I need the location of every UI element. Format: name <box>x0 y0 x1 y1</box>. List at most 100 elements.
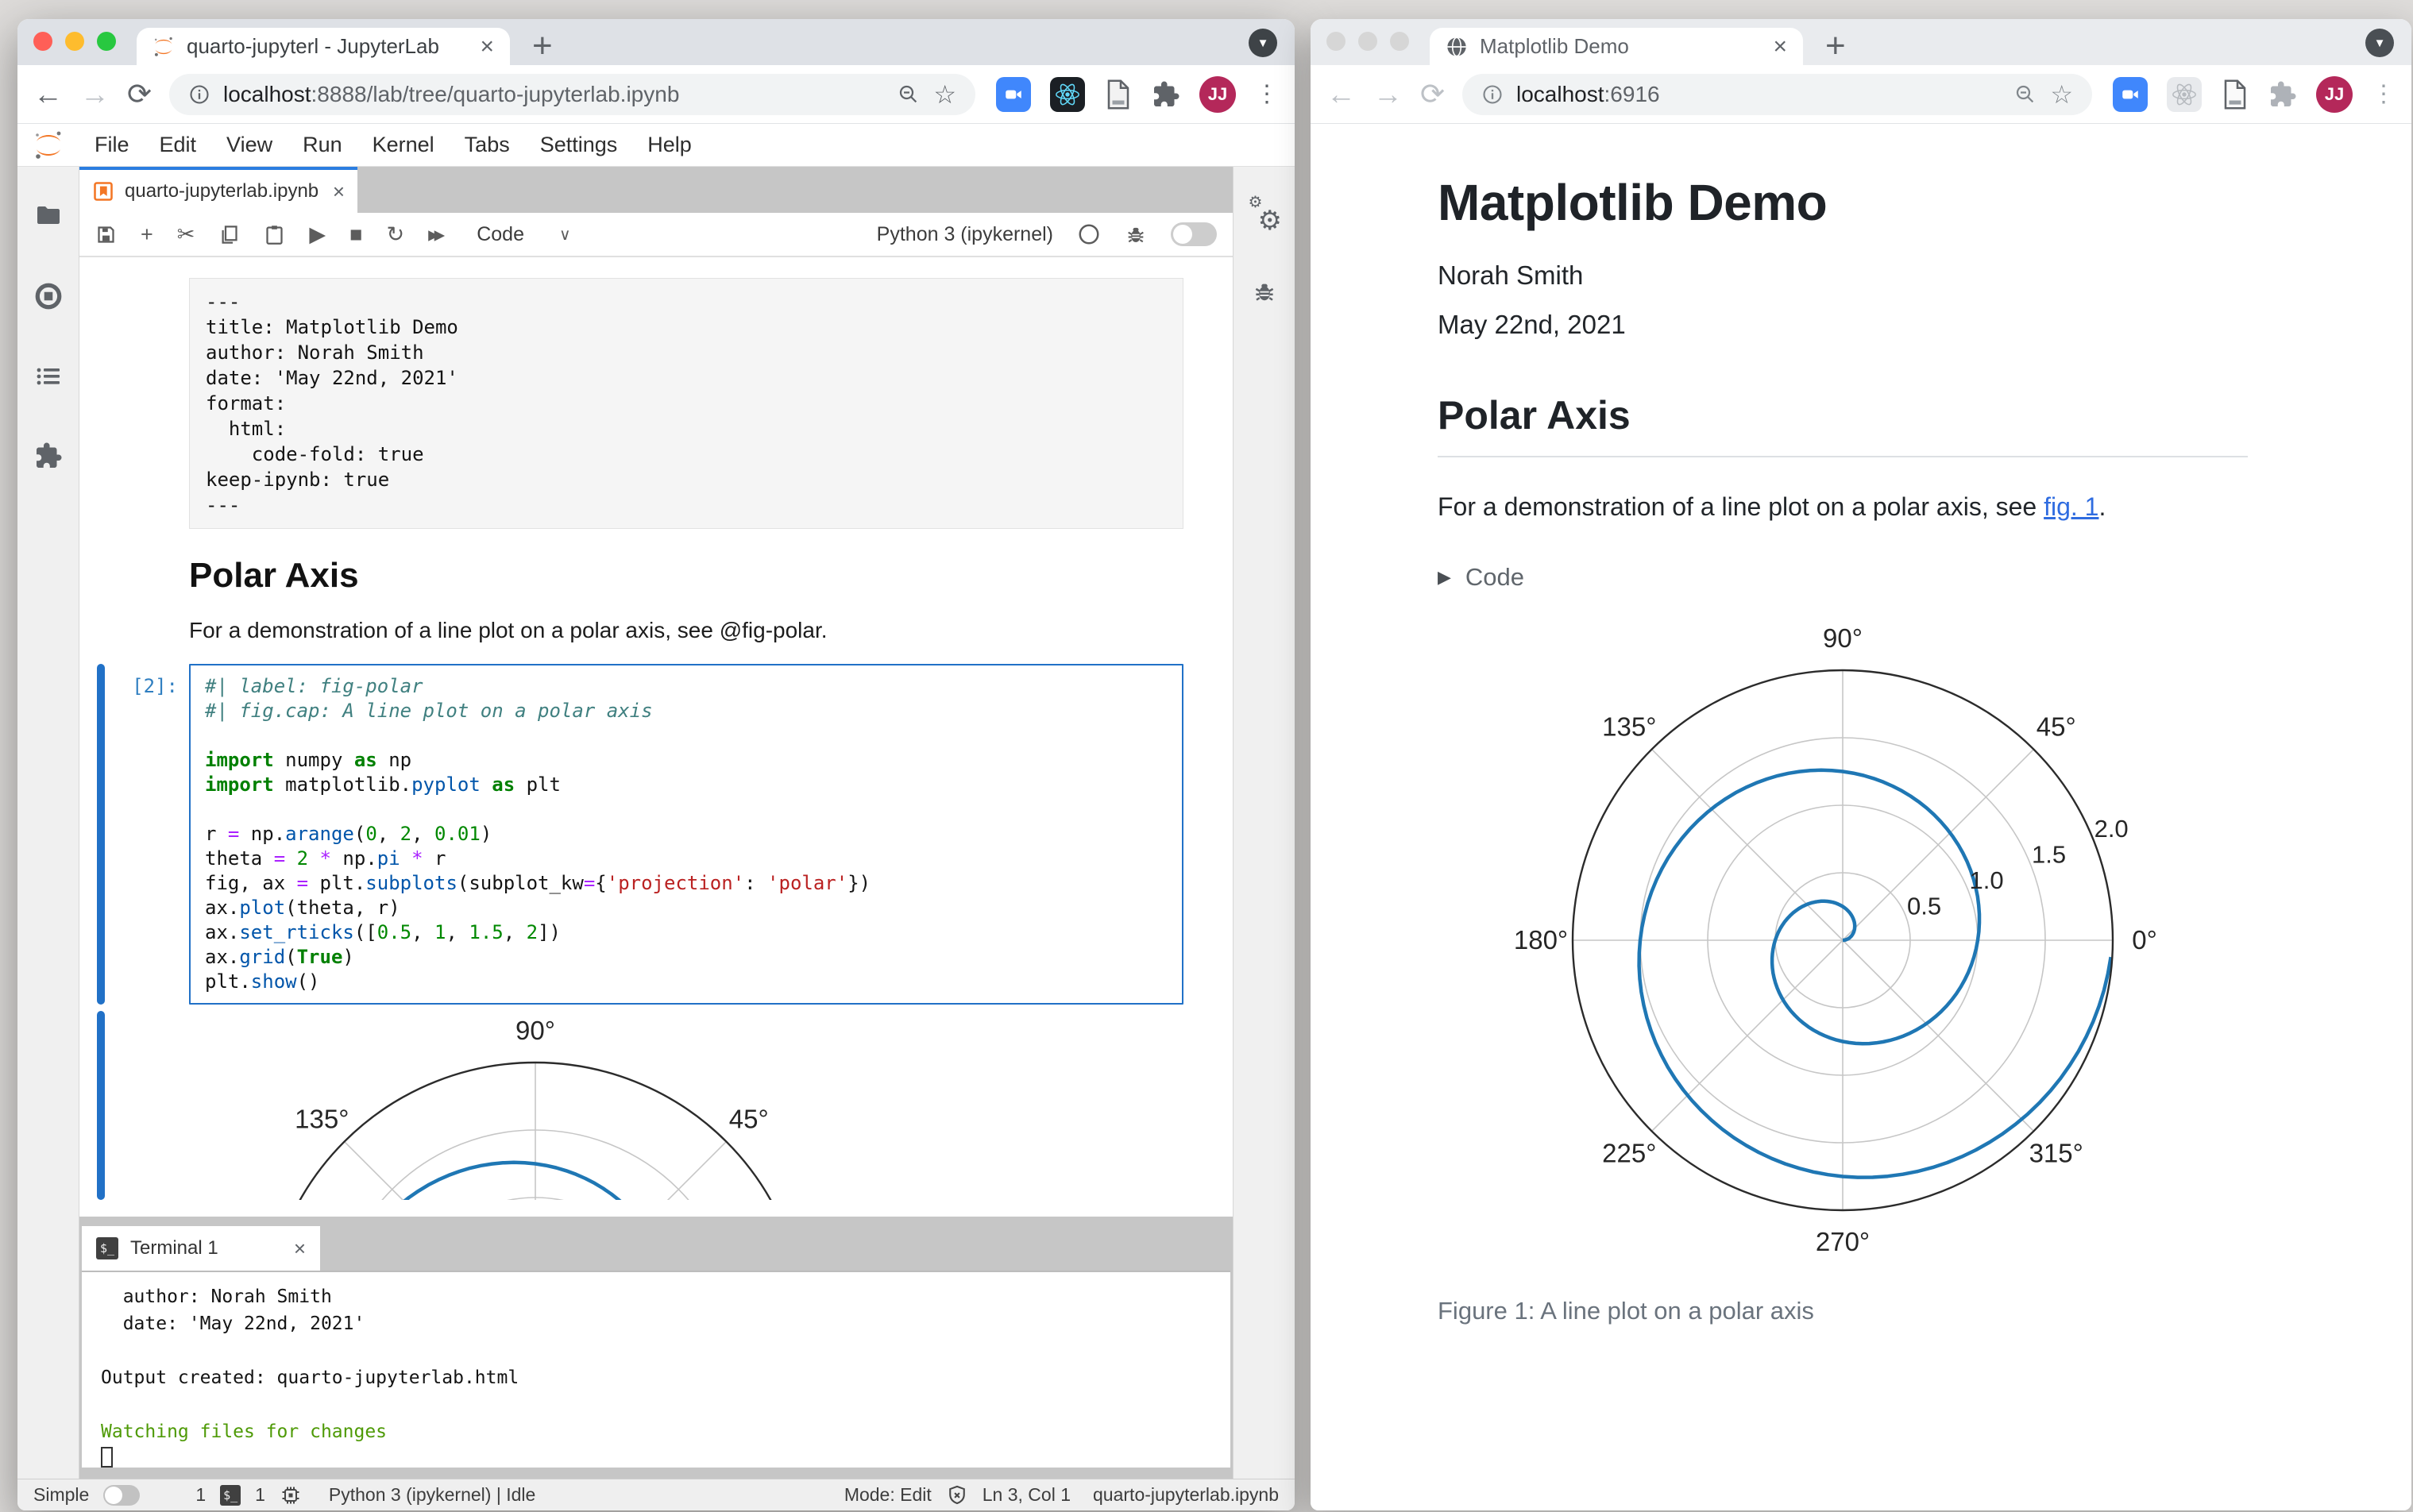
close-tab-icon[interactable]: × <box>1773 33 1787 60</box>
close-tab-icon[interactable]: × <box>480 33 494 60</box>
menu-settings[interactable]: Settings <box>525 133 633 157</box>
terminal-output[interactable]: author: Norah Smith date: 'May 22nd, 202… <box>82 1272 1230 1468</box>
kernel-status-text[interactable]: Python 3 (ipykernel) | Idle <box>329 1484 535 1506</box>
close-dock-tab-icon[interactable]: × <box>333 179 345 204</box>
raw-cell[interactable]: --- title: Matplotlib Demo author: Norah S… <box>79 278 1233 529</box>
browser-menu-icon[interactable]: ⋮ <box>2372 80 2396 108</box>
browser-tab[interactable]: Matplotlib Demo × <box>1430 28 1803 65</box>
yaml-line: keep-ipynb: true <box>206 469 390 491</box>
copy-cells-icon[interactable] <box>218 224 240 245</box>
menu-edit[interactable]: Edit <box>145 133 212 157</box>
minimize-window-button[interactable] <box>1358 32 1377 51</box>
kernel-sessions-icon[interactable] <box>280 1484 302 1506</box>
cursor-position[interactable]: Ln 3, Col 1 <box>983 1484 1071 1506</box>
code-cell[interactable]: [2]: #| label: fig-polar #| fig.cap: A li… <box>79 664 1233 1005</box>
zoom-window-button[interactable] <box>97 32 116 51</box>
bookmark-star-icon[interactable]: ☆ <box>933 79 956 110</box>
cell-collapser[interactable] <box>97 278 105 529</box>
status-filename[interactable]: quarto-jupyterlab.ipynb <box>1093 1484 1279 1506</box>
zoom-out-icon[interactable] <box>2013 83 2037 106</box>
yaml-line: --- <box>206 494 241 516</box>
code-line: ax.plot(theta, r) <box>205 897 400 919</box>
notebook-dock-tab[interactable]: quarto-jupyterlab.ipynb × <box>79 167 357 213</box>
cell-collapser[interactable] <box>97 664 105 1005</box>
yaml-raw-editor[interactable]: --- title: Matplotlib Demo author: Norah S… <box>189 278 1183 529</box>
bookmark-star-icon[interactable]: ☆ <box>2050 79 2073 110</box>
svg-text:270°: 270° <box>1816 1227 1870 1256</box>
minimize-window-button[interactable] <box>65 32 84 51</box>
markdown-cell[interactable]: Polar Axis For a demonstration of a line… <box>79 556 1233 643</box>
reader-extension-icon[interactable] <box>2221 79 2249 110</box>
paste-cells-icon[interactable] <box>264 224 285 245</box>
close-window-button[interactable] <box>33 32 52 51</box>
puzzle-extension-icon[interactable] <box>1152 80 1180 109</box>
reload-icon[interactable]: ⟳ <box>127 79 152 109</box>
reader-extension-icon[interactable] <box>1104 79 1133 110</box>
output-cell[interactable]: 0°45°90°135°180°225°270°315°0.51.01.52.0 <box>79 1011 1233 1200</box>
site-info-icon[interactable] <box>1481 83 1504 106</box>
tab-search-icon[interactable]: ▼ <box>2365 29 2394 57</box>
figure-link[interactable]: fig. 1 <box>2044 492 2098 521</box>
status-bar: Simple 1 $_ 1 Python 3 (ipykernel) | Idl… <box>17 1479 1295 1510</box>
menu-tabs[interactable]: Tabs <box>450 133 525 157</box>
terminal-sessions-icon[interactable]: $_ <box>220 1484 241 1506</box>
running-sessions-icon[interactable] <box>33 281 64 311</box>
menu-run[interactable]: Run <box>288 133 357 157</box>
kernel-name[interactable]: Python 3 (ipykernel) <box>877 223 1053 246</box>
cut-cells-icon[interactable]: ✂ <box>177 223 195 245</box>
back-icon[interactable]: ← <box>33 79 63 109</box>
close-terminal-tab-icon[interactable]: × <box>294 1236 306 1261</box>
output-collapser[interactable] <box>97 1011 105 1200</box>
menu-kernel[interactable]: Kernel <box>357 133 450 157</box>
menu-help[interactable]: Help <box>632 133 707 157</box>
simple-mode-toggle[interactable] <box>103 1484 141 1506</box>
notebook-mode[interactable]: Mode: Edit <box>844 1484 932 1506</box>
add-cell-icon[interactable]: + <box>141 223 153 245</box>
trust-shield-icon[interactable] <box>946 1484 968 1506</box>
code-fold-label: Code <box>1465 563 1525 591</box>
tab-search-icon[interactable]: ▼ <box>1249 29 1277 57</box>
restart-kernel-icon[interactable]: ↻ <box>386 223 404 245</box>
code-editor[interactable]: #| label: fig-polar #| fig.cap: A line pl… <box>189 664 1183 1005</box>
menu-file[interactable]: File <box>79 133 145 157</box>
zoom-extension-icon[interactable] <box>996 76 1031 112</box>
file-browser-icon[interactable] <box>34 202 63 230</box>
code-fold-toggle[interactable]: ▶ Code <box>1438 563 2248 592</box>
address-bar[interactable]: localhost:8888/lab/tree/quarto-jupyterla… <box>169 73 975 115</box>
profile-avatar[interactable]: JJ <box>2316 75 2353 113</box>
new-tab-button[interactable]: + <box>1825 29 1846 64</box>
notebook-scroll-area[interactable]: --- title: Matplotlib Demo author: Norah S… <box>79 257 1233 1217</box>
zoom-extension-icon[interactable] <box>2113 76 2148 112</box>
new-tab-button[interactable]: + <box>532 29 553 64</box>
terminal-tab[interactable]: $_ Terminal 1 × <box>82 1226 320 1271</box>
debugger-bug-icon[interactable] <box>1125 223 1147 245</box>
cell-type-select[interactable]: Code ∨ <box>477 223 570 246</box>
menu-view[interactable]: View <box>211 133 288 157</box>
react-devtools-extension-icon[interactable] <box>2167 76 2202 112</box>
react-devtools-extension-icon[interactable] <box>1050 76 1085 112</box>
restart-run-all-icon[interactable]: ▸▸ <box>428 223 445 245</box>
interrupt-kernel-icon[interactable]: ■ <box>349 223 362 245</box>
close-window-button[interactable] <box>1326 32 1345 51</box>
save-icon[interactable] <box>95 224 117 245</box>
zoom-out-icon[interactable] <box>897 83 921 106</box>
extension-manager-icon[interactable] <box>34 442 63 470</box>
zoom-window-button[interactable] <box>1390 32 1409 51</box>
browser-tab[interactable]: quarto-jupyterl - JupyterLab × <box>137 28 510 65</box>
site-info-icon[interactable] <box>188 83 210 106</box>
run-cell-icon[interactable]: ▶ <box>309 223 326 245</box>
debugger-sidebar-icon[interactable] <box>1253 280 1276 303</box>
back-icon[interactable]: ← <box>1326 79 1356 109</box>
property-inspector-icon[interactable]: ⚙ ⚙ <box>1249 194 1282 236</box>
simple-interface-toggle[interactable] <box>1171 222 1217 246</box>
table-of-contents-icon[interactable] <box>34 362 63 391</box>
reload-icon[interactable]: ⟳ <box>1420 79 1445 109</box>
puzzle-extension-icon[interactable] <box>2268 80 2297 109</box>
forward-icon[interactable]: → <box>80 79 110 109</box>
address-bar[interactable]: localhost:6916 ☆ <box>1462 73 2092 115</box>
profile-avatar[interactable]: JJ <box>1199 75 1236 113</box>
code-line: ax.grid(True) <box>205 946 354 968</box>
browser-toolbar: ← → ⟳ localhost:6916 ☆ JJ ⋮ <box>1311 65 2411 124</box>
browser-menu-icon[interactable]: ⋮ <box>1255 80 1279 108</box>
forward-icon[interactable]: → <box>1373 79 1403 109</box>
